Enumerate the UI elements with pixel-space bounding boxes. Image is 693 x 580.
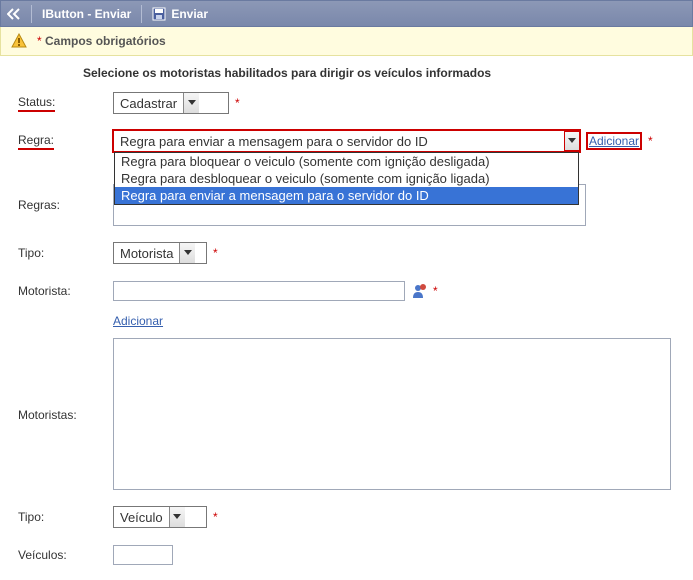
warning-text: * Campos obrigatórios [37,34,166,48]
row-regra: Regra: Regra para enviar a mensagem para… [18,130,675,152]
row-status: Status: Cadastrar * [18,92,675,114]
warning-bar: * Campos obrigatórios [0,27,693,56]
tipo-veiculo-value: Veículo [114,510,169,525]
required-mark: * [213,246,218,260]
motoristas-textarea[interactable] [113,338,671,490]
row-motoristas: Motoristas: [18,338,675,490]
row-motorista-add: Adicionar [18,310,675,332]
tipo-motorista-value: Motorista [114,246,179,261]
label-motorista: Motorista: [18,284,113,298]
save-icon [152,7,166,21]
required-mark: * [235,96,240,110]
label-motoristas: Motoristas: [18,338,113,422]
dropdown-arrow-icon [169,507,185,527]
regra-select[interactable]: Regra para enviar a mensagem para o serv… [113,130,580,152]
row-veiculos: Veículos: [18,544,675,566]
label-regras: Regras: [18,184,113,212]
tipo-veiculo-select[interactable]: Veículo [113,506,207,528]
tipo-motorista-select[interactable]: Motorista [113,242,207,264]
motorista-adicionar-link[interactable]: Adicionar [113,314,163,328]
row-motorista: Motorista: * [18,280,675,302]
status-select[interactable]: Cadastrar [113,92,229,114]
required-mark: * [213,510,218,524]
regra-option[interactable]: Regra para desbloquear o veiculo (soment… [115,170,578,187]
page-title: IButton - Enviar [42,7,131,21]
header-bar: IButton - Enviar Enviar [0,0,693,27]
form-content: Selecione os motoristas habilitados para… [0,56,693,580]
regra-option[interactable]: Regra para bloquear o veiculo (somente c… [115,153,578,170]
regra-select-value: Regra para enviar a mensagem para o serv… [114,134,565,149]
person-icon[interactable] [411,283,427,299]
regra-dropdown-list: Regra para bloquear o veiculo (somente c… [114,152,579,205]
warning-icon [11,33,27,49]
status-select-value: Cadastrar [114,96,183,111]
separator [31,5,32,23]
dropdown-arrow-icon [564,131,580,151]
dropdown-arrow-icon [179,243,195,263]
instruction-text: Selecione os motoristas habilitados para… [83,66,675,80]
required-mark: * [433,284,438,298]
collapse-icon[interactable] [7,8,21,20]
required-mark: * [648,134,653,148]
label-status: Status: [18,95,113,112]
row-tipo-veiculo: Tipo: Veículo * [18,506,675,528]
required-mark: * [37,34,42,48]
veiculos-input[interactable] [113,545,173,565]
label-regra: Regra: [18,133,113,150]
send-button-label: Enviar [171,7,208,21]
separator [141,5,142,23]
send-button[interactable]: Enviar [152,7,208,21]
motorista-input[interactable] [113,281,405,301]
dropdown-arrow-icon [183,93,199,113]
label-veiculos: Veículos: [18,548,113,562]
row-tipo-motorista: Tipo: Motorista * [18,242,675,264]
regra-adicionar-link[interactable]: Adicionar [586,132,642,150]
warning-label: Campos obrigatórios [45,34,166,48]
label-tipo-veiculo: Tipo: [18,510,113,524]
regra-option[interactable]: Regra para enviar a mensagem para o serv… [115,187,578,204]
label-tipo: Tipo: [18,246,113,260]
